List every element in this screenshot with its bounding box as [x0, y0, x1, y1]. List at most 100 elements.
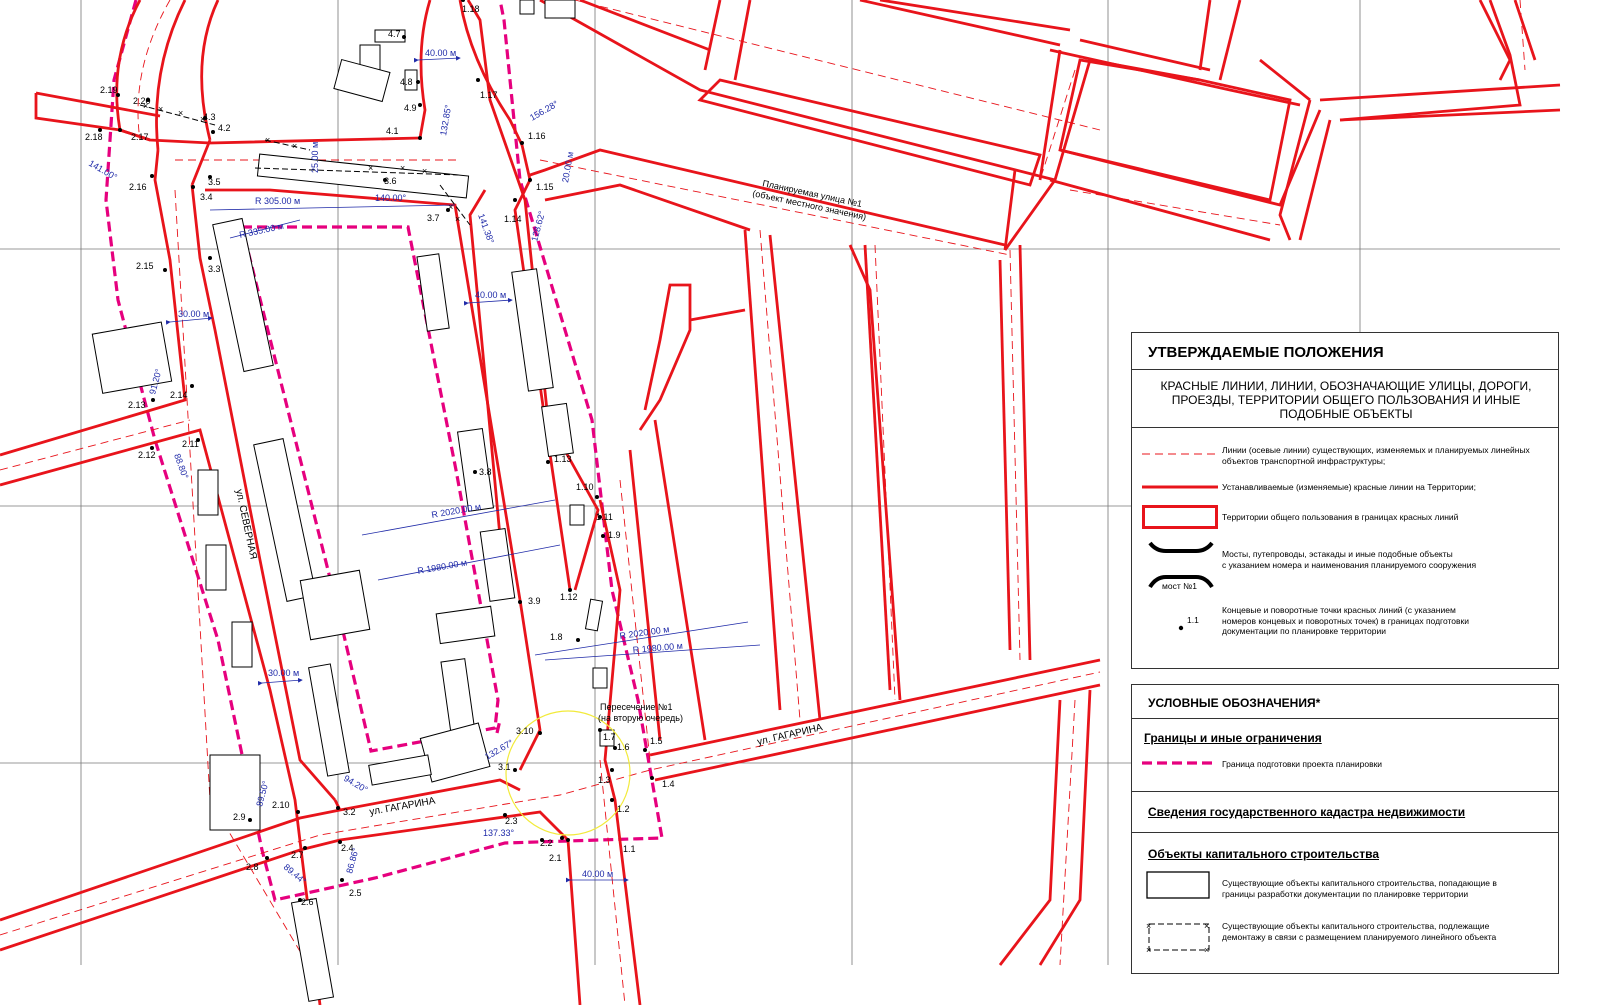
dim-label: R 2020.00 м: [431, 501, 482, 520]
legend-bridge-label: мост №1: [1162, 581, 1197, 591]
legend-subtitle-line3: ПОДОБНЫЕ ОБЪЕКТЫ: [1279, 407, 1413, 421]
point-label: 2.20: [133, 96, 151, 106]
dim-label: 132.85°: [438, 104, 453, 137]
point-label: 2.12: [138, 450, 156, 460]
svg-text:×: ×: [1146, 945, 1151, 953]
section-capital-objects: Объекты капитального строительства: [1148, 847, 1379, 861]
point-label: 2.8: [246, 862, 259, 872]
point-label: 3.6: [384, 176, 397, 186]
point-label: 4.3: [203, 112, 216, 122]
legend-points-text: Концевые и поворотные точки красных лини…: [1222, 605, 1470, 636]
dim-label: R 1980.00 м: [417, 557, 468, 576]
dim-label: 30.00 м: [268, 668, 299, 678]
legend-title: УТВЕРЖДАЕМЫЕ ПОЛОЖЕНИЯ: [1148, 344, 1384, 361]
point-label: 3.9: [528, 596, 541, 606]
legend-divider: [1132, 718, 1558, 719]
point-label: 3.5: [208, 177, 221, 187]
point-label: 3.10: [516, 726, 534, 736]
point-label: 4.2: [218, 123, 231, 133]
legend-approved: УТВЕРЖДАЕМЫЕ ПОЛОЖЕНИЯ КРАСНЫЕ ЛИНИИ, ЛИ…: [1131, 332, 1559, 669]
dim-label: 141.00°: [87, 158, 119, 182]
point-label: 4.8: [400, 77, 413, 87]
dim-label: 25.00 м: [310, 142, 320, 173]
legend-existing-text: Существующие объекты капитального строит…: [1222, 878, 1497, 899]
demolish-symbol: × × × ×: [1146, 921, 1210, 953]
svg-text:×: ×: [178, 108, 183, 118]
legend-conventions: УСЛОВНЫЕ ОБОЗНАЧЕНИЯ* Границы и иные огр…: [1131, 684, 1559, 974]
svg-text:×: ×: [265, 135, 270, 145]
point-label: 2.19: [100, 85, 118, 95]
legend-divider: [1132, 369, 1558, 370]
legend-divider: [1132, 832, 1558, 833]
legend-demolish-text: Существующие объекты капитального строит…: [1222, 921, 1497, 942]
point-label: 1.10: [576, 482, 594, 492]
dim-label: 156.28°: [528, 98, 560, 122]
legend-divider: [1132, 427, 1558, 428]
point-label: 2.6: [301, 897, 314, 907]
legend-axis-text: Линии (осевые линии) существующих, измен…: [1222, 445, 1530, 466]
point-label: 3.7: [427, 213, 440, 223]
street-severnaya: ул. СЕВЕРНАЯ: [233, 488, 259, 560]
svg-text:×: ×: [455, 214, 460, 224]
dim-label: 141.38°: [476, 212, 496, 245]
point-label: 1.4: [662, 779, 675, 789]
point-label: 2.11: [182, 439, 199, 449]
section-cadastre: Сведения государственного кадастра недви…: [1148, 805, 1466, 819]
point-label: 1.12: [560, 592, 578, 602]
intersection-label: Пересечение №1: [600, 702, 673, 712]
point-label: 2.16: [129, 182, 147, 192]
point-label: 3.3: [208, 264, 221, 274]
boundary-symbol: [1142, 761, 1212, 765]
point-label: 1.13: [554, 454, 572, 464]
point-label: 1.5: [650, 736, 663, 746]
dim-label: R 1980.00 м: [632, 641, 683, 655]
point-label: 1.3: [598, 775, 611, 785]
svg-text:×: ×: [1146, 921, 1151, 931]
public-territory-symbol: [1142, 505, 1218, 529]
point-label: 1.1: [623, 844, 636, 854]
point-label: 1.9: [608, 530, 621, 540]
svg-text:×: ×: [158, 104, 163, 114]
svg-text:×: ×: [422, 166, 427, 176]
point-label: 2.2: [540, 838, 553, 848]
legend-divider: [1132, 791, 1558, 792]
point-label: 2.7: [291, 850, 304, 860]
intersection-sub: (на вторую очередь): [598, 713, 683, 723]
point-label: 1.6: [617, 742, 630, 752]
point-label: 2.9: [233, 812, 246, 822]
point-label: 4.1: [386, 126, 399, 136]
legend-bridge-text: Мосты, путепроводы, эстакады и иные подо…: [1222, 549, 1477, 570]
point-label: 1.17: [480, 90, 498, 100]
point-label: 3.8: [479, 467, 492, 477]
dim-label: 88.80°: [172, 452, 190, 480]
svg-text:×: ×: [368, 163, 373, 173]
dim-label: 140.00°: [375, 193, 407, 203]
legend-point-number: 1.1: [1187, 615, 1199, 625]
legend-subtitle-line1: КРАСНЫЕ ЛИНИИ, ЛИНИИ, ОБОЗНАЧАЮЩИЕ УЛИЦЫ…: [1160, 379, 1532, 393]
dim-label: 40.00 м: [425, 48, 456, 58]
svg-text:×: ×: [400, 163, 405, 173]
point-label: 1.14: [504, 214, 522, 224]
axis-line-symbol: [1142, 453, 1218, 455]
legend-territory-text: Территории общего пользования в границах…: [1222, 512, 1459, 522]
svg-text:×: ×: [292, 141, 297, 151]
dim-label: 40.00 м: [475, 290, 506, 300]
svg-text:×: ×: [1204, 945, 1209, 953]
point-label: 2.17: [131, 132, 149, 142]
point-label: 2.3: [505, 816, 518, 826]
section-boundaries: Границы и иные ограничения: [1144, 731, 1322, 745]
svg-text:×: ×: [1204, 921, 1209, 931]
point-label: 1.2: [617, 804, 630, 814]
point-label: 3.4: [200, 192, 213, 202]
legend-conv-title: УСЛОВНЫЕ ОБОЗНАЧЕНИЯ*: [1148, 696, 1321, 710]
point-label: 2.5: [349, 888, 362, 898]
point-label: 3.2: [343, 807, 356, 817]
dim-label: 137.33°: [483, 828, 515, 838]
red-line-symbol: [1142, 485, 1218, 489]
point-label: 2.14: [170, 390, 188, 400]
dim-label: R 305.00 м: [255, 196, 300, 206]
point-label: 4.9: [404, 103, 417, 113]
dim-label: R 335.00 м: [238, 221, 284, 240]
point-label: 1.18: [462, 4, 480, 14]
point-label: 4.7: [388, 29, 401, 39]
